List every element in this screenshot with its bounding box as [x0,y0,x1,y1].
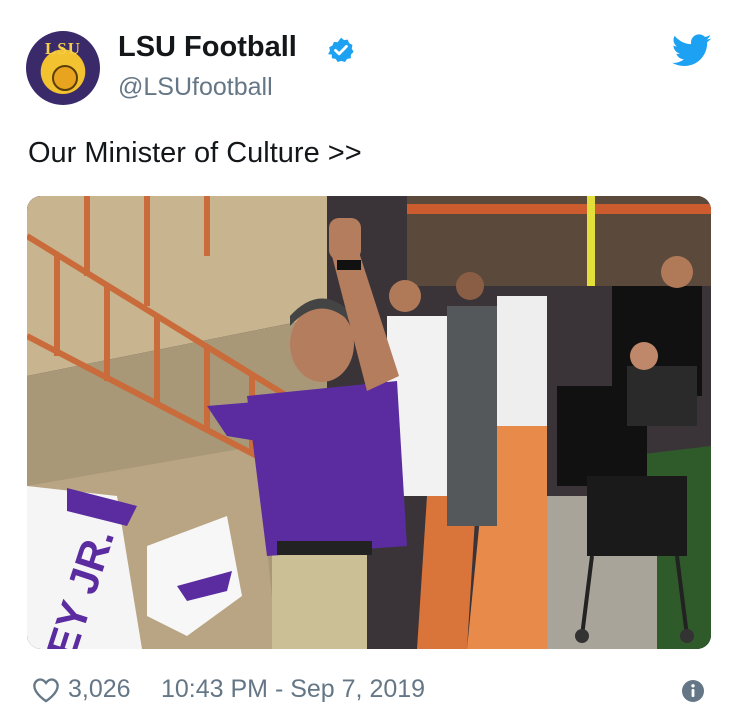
verified-badge-icon [328,37,354,63]
tweet-footer: 3,026 10:43 PM - Sep 7, 2019 [0,671,740,711]
heart-icon[interactable] [32,677,60,703]
author-handle[interactable]: @LSUfootball [118,73,273,102]
photo-scene: EY JR. [27,196,711,649]
info-icon[interactable] [681,679,705,703]
twitter-bird-icon[interactable] [672,34,712,68]
tweet-photo[interactable]: EY JR. [27,196,711,649]
like-count[interactable]: 3,026 [68,675,131,704]
goal-post [587,196,595,286]
tiger-emblem [52,65,78,91]
tweet-text: Our Minister of Culture >> [28,137,362,169]
tweet-timestamp[interactable]: 10:43 PM - Sep 7, 2019 [161,675,425,704]
author-display-name[interactable]: LSU Football [118,31,297,64]
tweet-card: LSU LSU Football @LSUfootball Our Minist… [0,0,740,725]
avatar-logo-text: LSU [44,39,82,58]
avatar[interactable]: LSU [26,31,100,105]
